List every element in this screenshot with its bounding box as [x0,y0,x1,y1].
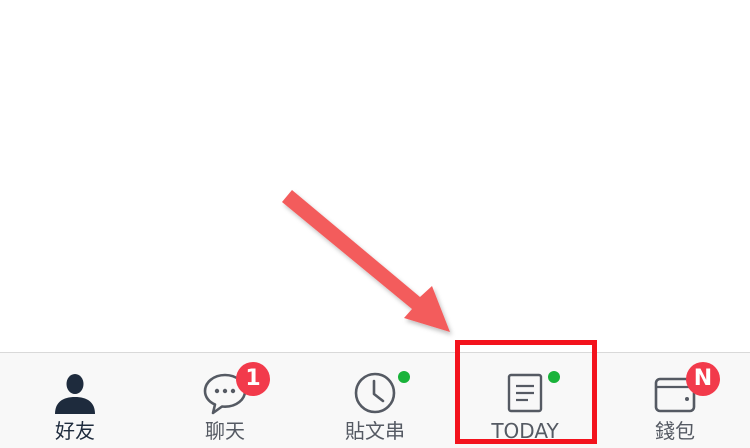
tab-timeline[interactable]: 貼文串 [300,353,450,448]
wallet-new-badge: N [686,362,720,396]
timeline-new-dot [398,371,410,383]
bottom-tab-bar: 好友 1 聊天 貼文串 TODAY N 錢包 [0,352,750,448]
tab-chats-label: 聊天 [205,419,245,443]
tab-wallet[interactable]: N 錢包 [600,353,750,448]
main-content-area [0,0,750,352]
today-tab-highlight-box [455,340,597,444]
tab-chats[interactable]: 1 聊天 [150,353,300,448]
line-app-screen: 好友 1 聊天 貼文串 TODAY N 錢包 [0,0,750,448]
tab-wallet-label: 錢包 [655,419,695,443]
person-icon [53,371,97,415]
tab-friends-label: 好友 [55,419,95,443]
tab-timeline-label: 貼文串 [345,419,405,443]
chats-unread-badge: 1 [236,362,270,396]
clock-icon [353,371,397,415]
tab-friends[interactable]: 好友 [0,353,150,448]
